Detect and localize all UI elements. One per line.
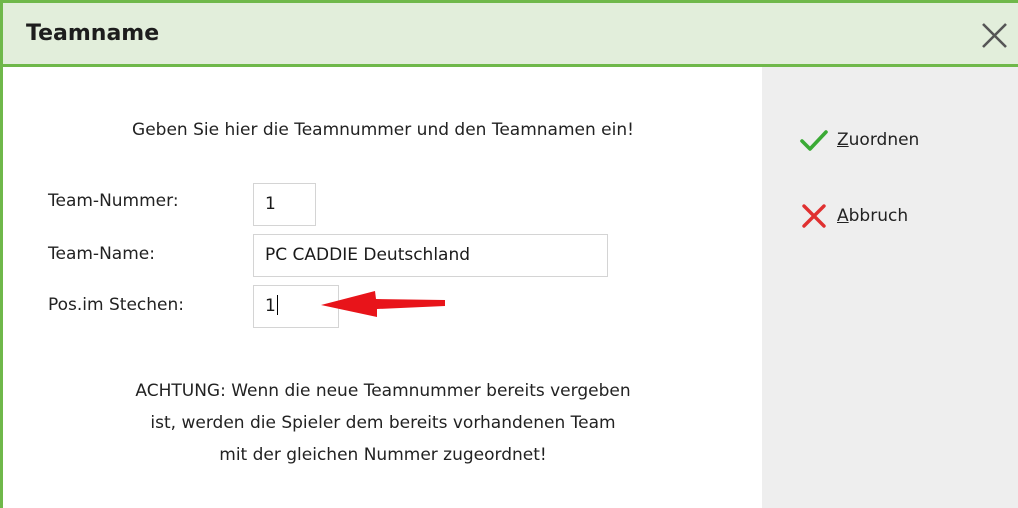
warning-line-2: ist, werden die Spieler dem bereits vorh… [150,413,616,433]
cancel-label: Abbruch [837,206,909,226]
close-button[interactable] [978,21,1012,51]
cross-icon [802,204,826,228]
tiebreak-position-label: Pos.im Stechen: [48,295,184,315]
team-number-label: Team-Nummer: [48,191,179,211]
warning-line-1: ACHTUNG: Wenn die neue Teamnummer bereit… [135,381,631,401]
dialog-titlebar: Teamname [3,3,1018,67]
warning-text: ACHTUNG: Wenn die neue Teamnummer bereit… [43,375,723,471]
red-arrow-icon [321,291,445,317]
team-name-label: Team-Name: [48,244,155,264]
checkmark-icon [800,130,828,151]
team-name-input[interactable]: PC CADDIE Deutschland [253,234,608,277]
teamname-dialog: Teamname Geben Sie hier die Teamnummer u… [0,0,1018,508]
dialog-title: Teamname [26,21,160,46]
team-number-input[interactable]: 1 [253,183,316,226]
cancel-button[interactable]: Abbruch [799,201,908,231]
warning-line-3: mit der gleichen Nummer zugeordnet! [219,445,547,465]
assign-button[interactable]: Zuordnen [799,125,919,155]
assign-label: Zuordnen [837,130,920,150]
text-caret [276,294,278,315]
close-icon [982,23,1007,48]
intro-text: Geben Sie hier die Teamnummer und den Te… [132,120,634,140]
tiebreak-position-value: 1 [265,296,276,316]
